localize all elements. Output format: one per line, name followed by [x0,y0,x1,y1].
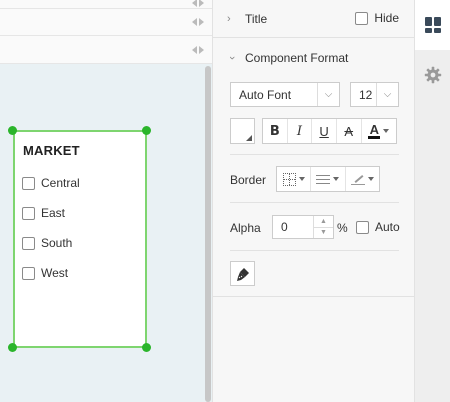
checkbox[interactable] [22,176,35,190]
filter-option[interactable]: Central [22,176,80,190]
alpha-auto-toggle[interactable]: Auto [356,220,400,234]
font-color-button[interactable]: A [362,119,396,143]
canvas-toolbar-row [0,0,212,9]
increment-icon[interactable]: ▲ [314,216,333,228]
filter-option-label: Central [41,176,80,190]
font-family-select[interactable]: Auto Font ⌵ [230,82,340,107]
chevron-right-icon[interactable]: › [227,13,237,25]
scroll-left-icon[interactable] [192,45,197,54]
underline-button[interactable]: U [312,119,337,143]
border-sides-button[interactable] [277,167,312,191]
section-label: Component Format [245,51,349,65]
checkbox[interactable] [22,266,35,280]
font-family-value: Auto Font [239,87,292,102]
chevron-down-icon[interactable]: ⌵ [376,83,398,106]
checkbox-filter-widget[interactable]: MARKET Central East South West [13,130,147,348]
alpha-unit: % [337,221,348,235]
resize-handle-top-right[interactable] [142,126,151,135]
decrement-icon[interactable]: ▼ [314,228,333,239]
divider [230,154,399,155]
paintbrush-icon [236,267,249,281]
border-grid-icon [282,172,296,186]
checkbox[interactable] [22,236,35,250]
gear-icon [424,66,442,84]
line-style-icon [316,174,331,184]
font-size-select[interactable]: 12 ⌵ [350,82,399,107]
italic-button[interactable]: I [288,119,313,143]
alpha-label: Alpha [230,221,261,235]
section-label: Title [245,11,268,26]
border-controls [276,166,380,192]
strikethrough-button[interactable]: A [337,119,362,143]
bold-button[interactable]: B [263,119,288,143]
divider [213,296,415,297]
pen-icon [350,173,365,185]
hide-label: Hide [374,11,399,25]
format-panel: › Title Hide › Component Format Auto Fon… [212,0,415,402]
canvas-toolbar-row [0,36,212,64]
filter-option[interactable]: South [22,236,72,250]
scroll-right-icon[interactable] [199,0,204,7]
divider [230,202,399,203]
alpha-stepper[interactable]: 0 ▲ ▼ [272,215,334,239]
auto-checkbox[interactable] [356,220,369,234]
text-style-group: B I U A A [262,118,397,144]
filter-option-label: West [41,266,69,280]
chevron-down-icon[interactable]: › [226,53,238,63]
row-scroll-arrows[interactable] [192,0,204,7]
filter-option[interactable]: East [22,206,65,220]
canvas-toolbar-row [0,9,212,36]
chevron-down-icon [383,129,390,133]
chevron-down-icon [333,177,340,181]
row-scroll-arrows[interactable] [192,18,204,26]
dashboard-icon [425,17,441,33]
widget-title: MARKET [23,143,80,158]
chevron-down-icon [367,177,374,181]
filter-option[interactable]: West [22,266,68,280]
alpha-value[interactable]: 0 [273,216,313,238]
resize-handle-top-left[interactable] [8,126,17,135]
title-section-header[interactable]: › Title Hide [213,0,415,38]
stepper-buttons: ▲ ▼ [313,216,333,238]
dropdown-corner-icon [246,135,252,141]
resize-handle-bottom-right[interactable] [142,343,151,352]
tab-format[interactable] [415,0,450,50]
tab-settings[interactable] [415,50,450,100]
border-label: Border [230,173,267,187]
divider [230,250,399,251]
chevron-down-icon [298,177,305,181]
resize-handle-bottom-left[interactable] [8,343,17,352]
font-size-value: 12 [359,87,373,102]
scroll-right-icon[interactable] [199,45,204,54]
checkbox[interactable] [22,206,35,220]
component-format-header[interactable]: › Component Format [213,39,415,77]
scroll-left-icon[interactable] [192,0,197,7]
border-style-button[interactable] [311,167,346,191]
dashboard-canvas[interactable]: MARKET Central East South West [0,0,212,402]
auto-label: Auto [375,220,400,234]
font-color-icon: A [368,121,381,139]
chevron-down-icon[interactable]: ⌵ [317,83,339,106]
border-color-button[interactable] [346,167,379,191]
background-color-picker[interactable] [230,118,255,144]
hide-checkbox[interactable] [355,11,369,25]
hide-title-toggle[interactable]: Hide [355,11,399,25]
row-scroll-arrows[interactable] [192,45,204,54]
canvas-scrollbar[interactable] [205,66,211,402]
format-painter-button[interactable] [230,261,255,286]
filter-option-label: East [41,206,66,220]
scroll-right-icon[interactable] [199,18,204,26]
side-tab-strip [414,0,450,402]
filter-option-label: South [41,236,73,250]
scroll-left-icon[interactable] [192,18,197,26]
